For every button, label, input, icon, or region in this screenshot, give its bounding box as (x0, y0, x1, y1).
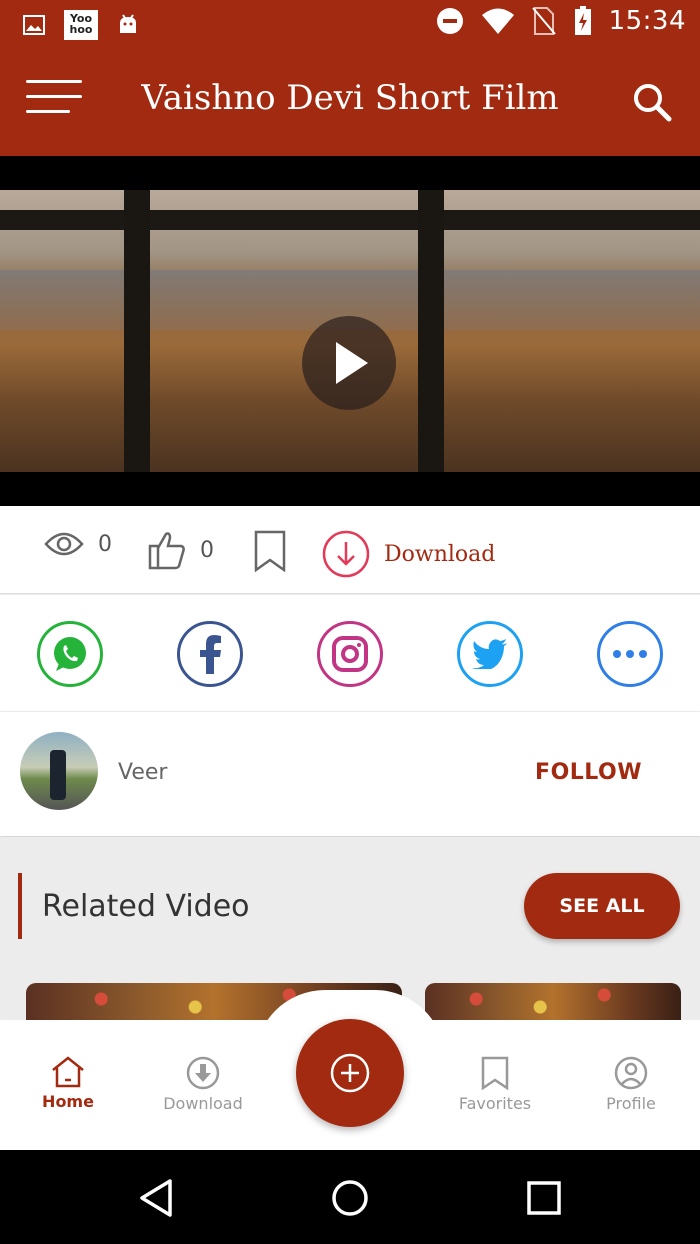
twitter-icon (472, 639, 507, 669)
download-label: Download (384, 541, 496, 567)
status-bar: Yoo hoo 15:34 (0, 0, 700, 48)
nav-home[interactable]: Home (13, 1056, 123, 1111)
eye-icon (44, 532, 84, 556)
yoohoo-app-icon: Yoo hoo (64, 10, 98, 40)
related-heading: Related Video (42, 889, 250, 924)
download-button[interactable]: Download (322, 530, 495, 578)
nav-home-label: Home (42, 1092, 94, 1111)
recents-icon[interactable] (526, 1178, 562, 1218)
download-icon (186, 1056, 220, 1090)
video-stats-bar: 0 0 Download (0, 506, 700, 594)
clock: 15:34 (608, 6, 686, 36)
app-bar: Vaishno Devi Short Film (0, 48, 700, 156)
search-icon[interactable] (632, 82, 672, 122)
see-all-button[interactable]: SEE ALL (524, 873, 680, 939)
do-not-disturb-icon (436, 8, 463, 34)
wifi-icon (481, 8, 514, 34)
instagram-share-button[interactable] (317, 621, 383, 687)
likes-count: 0 (200, 537, 214, 563)
download-circle-icon (322, 530, 370, 578)
android-icon (120, 14, 136, 33)
image-icon (23, 15, 45, 35)
video-thumbnail (0, 190, 700, 472)
uploader-name[interactable]: Veer (118, 760, 167, 785)
home-circle-icon[interactable] (330, 1178, 370, 1218)
play-icon (336, 342, 368, 384)
system-navigation-bar (0, 1150, 700, 1244)
related-video-thumbnail[interactable] (425, 983, 681, 1023)
facebook-share-button[interactable] (177, 621, 243, 687)
bookmark-icon (481, 1056, 509, 1090)
nav-download-label: Download (163, 1094, 243, 1113)
nav-favorites-label: Favorites (458, 1094, 532, 1113)
whatsapp-share-button[interactable] (37, 621, 103, 687)
views-count: 0 (98, 531, 112, 557)
instagram-icon (332, 636, 368, 672)
video-player[interactable] (0, 156, 700, 506)
nav-download[interactable]: Download (148, 1056, 258, 1113)
more-share-button[interactable] (597, 621, 663, 687)
play-button[interactable] (302, 316, 396, 410)
add-circle-icon (330, 1053, 370, 1093)
facebook-icon (200, 635, 221, 674)
more-icon (613, 650, 647, 658)
whatsapp-icon (54, 637, 86, 671)
upload-fab-button[interactable] (296, 1019, 404, 1127)
home-icon (52, 1056, 84, 1088)
profile-icon (614, 1056, 648, 1090)
no-sim-icon (531, 7, 556, 35)
section-accent-bar (18, 873, 22, 939)
nav-profile-label: Profile (606, 1094, 656, 1113)
nav-favorites[interactable]: Favorites (440, 1056, 550, 1113)
back-icon[interactable] (138, 1178, 174, 1218)
twitter-share-button[interactable] (457, 621, 523, 687)
likes-stat[interactable]: 0 (148, 530, 214, 570)
nav-profile[interactable]: Profile (576, 1056, 686, 1113)
share-bar (0, 595, 700, 711)
views-stat: 0 (44, 530, 112, 558)
follow-button[interactable]: FOLLOW (535, 760, 642, 785)
battery-charging-icon (574, 6, 591, 35)
uploader-card: Veer FOLLOW (0, 712, 700, 836)
bookmark-icon[interactable] (253, 530, 287, 572)
thumbs-up-icon[interactable] (148, 530, 186, 570)
avatar[interactable] (20, 732, 98, 810)
page-title: Vaishno Devi Short Film (141, 78, 559, 118)
